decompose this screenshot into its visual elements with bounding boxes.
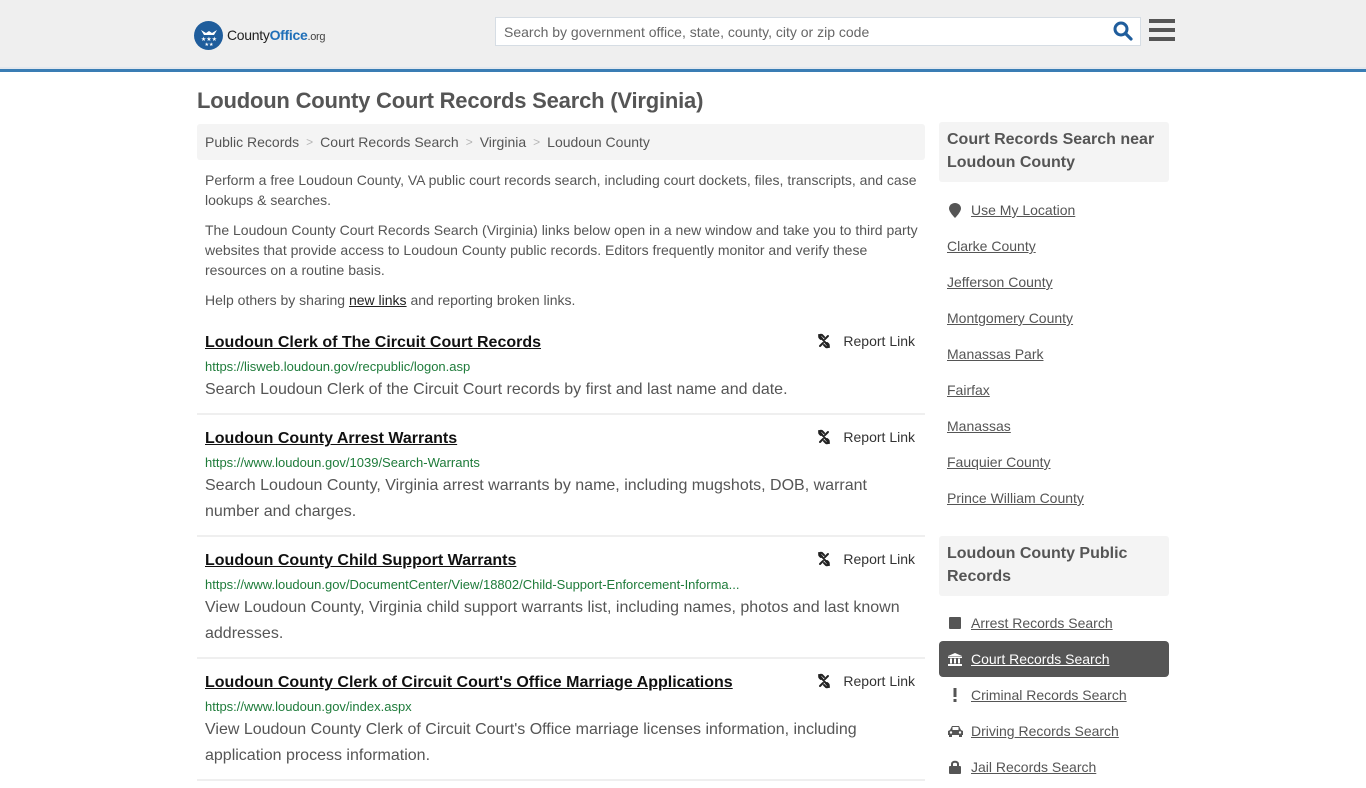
nearby-item: Manassas Park (939, 336, 1169, 372)
breadcrumb-court-records-search[interactable]: Court Records Search (320, 134, 459, 150)
sidebar-public-records: Loudoun County Public Records Arrest Rec… (939, 536, 1169, 785)
result-item: Loudoun County Clerk of Circuit Court's … (197, 666, 925, 781)
result-url: https://lisweb.loudoun.gov/recpublic/log… (205, 359, 471, 374)
breadcrumb-separator: > (465, 135, 473, 149)
broken-link-icon (818, 333, 831, 349)
svg-text:★★: ★★ (204, 42, 213, 46)
result-title-link[interactable]: Loudoun County Arrest Warrants (205, 428, 457, 450)
intro-paragraph: Perform a free Loudoun County, VA public… (205, 172, 917, 208)
breadcrumb-public-records[interactable]: Public Records (205, 134, 299, 150)
result-item: Loudoun Clerk of The Circuit Court Recor… (197, 326, 925, 415)
use-my-location-item: Use My Location (939, 192, 1169, 228)
site-header: ★★★ ★★ CountyOffice.org (0, 0, 1366, 72)
result-url: https://www.loudoun.gov/1039/Search-Warr… (205, 455, 480, 470)
search-input[interactable] (496, 18, 1106, 45)
breadcrumb: Public Records > Court Records Search > … (197, 124, 925, 160)
report-link-label: Report Link (843, 333, 915, 349)
result-description: Search Loudoun County, Virginia arrest w… (205, 477, 867, 520)
logo-text: CountyOffice.org (227, 27, 326, 43)
search-button[interactable] (1112, 21, 1134, 43)
broken-link-icon (818, 429, 831, 445)
nearby-list: Use My Location Clarke County Jefferson … (939, 192, 1169, 516)
nearby-link-prince-william-county[interactable]: Prince William County (947, 490, 1084, 506)
sidebar-public-records-heading: Loudoun County Public Records (939, 536, 1169, 596)
map-marker-icon (947, 202, 963, 218)
result-item: Loudoun County Child Support Warrants Re… (197, 544, 925, 659)
nearby-link-fairfax[interactable]: Fairfax (947, 382, 990, 398)
nearby-item: Manassas (939, 408, 1169, 444)
nearby-link-manassas[interactable]: Manassas (947, 418, 1011, 434)
public-records-item: Criminal Records Search (939, 677, 1169, 713)
lock-icon (947, 760, 963, 774)
results-list: Loudoun Clerk of The Circuit Court Recor… (197, 326, 925, 788)
broken-link-icon (818, 551, 831, 567)
report-link-button[interactable]: Report Link (816, 333, 915, 349)
nearby-item: Clarke County (939, 228, 1169, 264)
public-records-list: Arrest Records Search Court Records Sear… (939, 605, 1169, 785)
court-records-search-link[interactable]: Court Records Search (971, 651, 1110, 667)
result-title-link[interactable]: Loudoun Clerk of The Circuit Court Recor… (205, 332, 541, 354)
breadcrumb-separator: > (533, 135, 541, 149)
nearby-item: Fauquier County (939, 444, 1169, 480)
exclamation-icon (947, 688, 963, 702)
nearby-item: Jefferson County (939, 264, 1169, 300)
intro-paragraph: The Loudoun County Court Records Search … (205, 222, 918, 278)
nearby-link-manassas-park[interactable]: Manassas Park (947, 346, 1043, 362)
report-link-label: Report Link (843, 673, 915, 689)
nearby-item: Prince William County (939, 480, 1169, 516)
arrest-records-search-link[interactable]: Arrest Records Search (971, 615, 1113, 631)
result-title-link[interactable]: Loudoun County Child Support Warrants (205, 550, 516, 572)
use-my-location-link[interactable]: Use My Location (971, 202, 1075, 218)
nearby-link-montgomery-county[interactable]: Montgomery County (947, 310, 1073, 326)
courthouse-icon (947, 652, 963, 666)
search-bar (495, 17, 1141, 46)
criminal-records-search-link[interactable]: Criminal Records Search (971, 687, 1127, 703)
sidebar-nearby-heading: Court Records Search near Loudoun County (939, 122, 1169, 182)
breadcrumb-virginia[interactable]: Virginia (480, 134, 526, 150)
report-link-button[interactable]: Report Link (816, 551, 915, 567)
hamburger-menu-icon-bar (1149, 19, 1175, 23)
result-url: https://www.loudoun.gov/DocumentCenter/V… (205, 577, 740, 592)
jail-records-search-link[interactable]: Jail Records Search (971, 759, 1096, 775)
nearby-link-fauquier-county[interactable]: Fauquier County (947, 454, 1051, 470)
intro-paragraph-share: Help others by sharing new links and rep… (205, 292, 576, 308)
nearby-item: Montgomery County (939, 300, 1169, 336)
nearby-link-clarke-county[interactable]: Clarke County (947, 238, 1036, 254)
nearby-link-jefferson-county[interactable]: Jefferson County (947, 274, 1053, 290)
result-url: https://www.loudoun.gov/index.aspx (205, 699, 412, 714)
eagle-logo-icon: ★★★ ★★ (194, 20, 223, 50)
search-icon (1113, 21, 1133, 41)
sidebar-nearby: Court Records Search near Loudoun County… (939, 122, 1169, 516)
car-icon (947, 725, 963, 737)
new-links-link[interactable]: new links (349, 292, 407, 308)
public-records-item-active: Court Records Search (939, 641, 1169, 677)
nearby-item: Fairfax (939, 372, 1169, 408)
broken-link-icon (818, 673, 831, 689)
result-description: View Loudoun County Clerk of Circuit Cou… (205, 721, 857, 764)
result-item: Loudoun County Arrest Warrants Report Li… (197, 422, 925, 537)
result-description: View Loudoun County, Virginia child supp… (205, 599, 900, 642)
report-link-label: Report Link (843, 551, 915, 567)
result-description: Search Loudoun Clerk of the Circuit Cour… (205, 381, 788, 398)
public-records-item: Arrest Records Search (939, 605, 1169, 641)
report-link-button[interactable]: Report Link (816, 673, 915, 689)
report-link-label: Report Link (843, 429, 915, 445)
public-records-item: Driving Records Search (939, 713, 1169, 749)
hamburger-menu-button[interactable] (1149, 19, 1175, 43)
hamburger-menu-icon-bar (1149, 37, 1175, 41)
page-title: Loudoun County Court Records Search (Vir… (197, 88, 704, 113)
site-logo[interactable]: ★★★ ★★ CountyOffice.org (194, 20, 326, 50)
report-link-button[interactable]: Report Link (816, 429, 915, 445)
public-records-item: Jail Records Search (939, 749, 1169, 785)
result-title-link[interactable]: Loudoun County Clerk of Circuit Court's … (205, 672, 733, 694)
intro-text: Perform a free Loudoun County, VA public… (205, 170, 923, 320)
breadcrumb-separator: > (306, 135, 314, 149)
hamburger-menu-icon-bar (1149, 28, 1175, 32)
square-icon (947, 617, 963, 629)
breadcrumb-loudoun-county[interactable]: Loudoun County (547, 134, 650, 150)
driving-records-search-link[interactable]: Driving Records Search (971, 723, 1119, 739)
